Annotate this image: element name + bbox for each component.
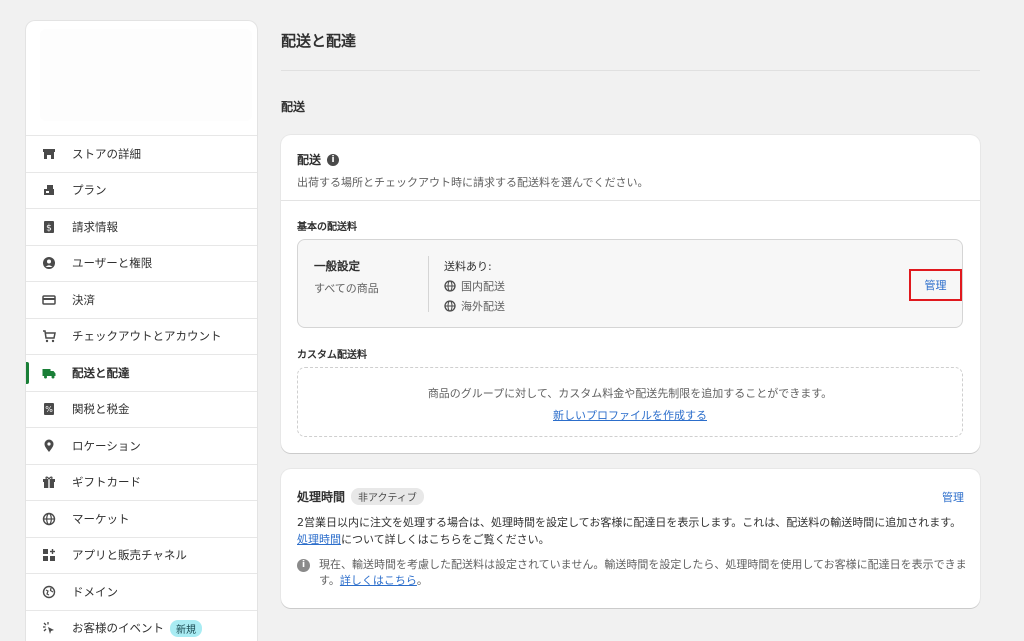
general-profile-box: 一般設定 すべての商品 送料あり: 国内配送 海外配送 管理 xyxy=(297,239,963,328)
sidebar-item-plan[interactable]: プラン xyxy=(26,171,257,209)
shipping-card-title-row: 配送 i xyxy=(297,151,648,168)
sidebar-item-taxes[interactable]: % 関税と税金 xyxy=(26,390,257,428)
user-icon xyxy=(42,256,56,270)
create-profile-link[interactable]: 新しいプロファイルを作成する xyxy=(553,407,707,423)
profile-info: 一般設定 すべての商品 xyxy=(314,258,379,296)
general-rates-label: 基本の配送料 xyxy=(297,222,357,233)
plan-icon xyxy=(42,183,56,197)
sidebar-item-label: ストアの詳細 xyxy=(72,146,141,161)
apps-icon xyxy=(42,548,56,562)
divider xyxy=(281,200,980,201)
sidebar-item-users[interactable]: ユーザーと権限 xyxy=(26,244,257,282)
processing-time-note: i 現在、輸送時間を考慮した配送料は設定されていません。輸送時間を設定したら、処… xyxy=(297,557,967,589)
page-title: 配送と配達 xyxy=(281,32,357,50)
processing-time-link[interactable]: 処理時間 xyxy=(297,533,341,546)
profile-rates: 送料あり: 国内配送 海外配送 xyxy=(444,258,505,314)
custom-rates-label: カスタム配送料 xyxy=(297,350,367,361)
zone-domestic: 国内配送 xyxy=(444,278,505,294)
sidebar-item-label: ロケーション xyxy=(72,438,141,453)
sidebar-item-label: チェックアウトとアカウント xyxy=(72,329,222,344)
zone-international: 海外配送 xyxy=(444,298,505,314)
zone-label: 国内配送 xyxy=(461,280,505,293)
svg-text:$: $ xyxy=(46,223,52,233)
processing-time-card: 処理時間 非アクティブ 管理 2営業日以内に注文を処理する場合は、処理時間を設定… xyxy=(281,469,980,608)
sidebar-item-apps[interactable]: アプリと販売チャネル xyxy=(26,536,257,574)
store-icon xyxy=(42,147,56,161)
sidebar-item-customer-events[interactable]: お客様のイベント 新規 xyxy=(26,609,257,641)
processing-time-description: 2営業日以内に注文を処理する場合は、処理時間を設定してお客様に配達日を表示します… xyxy=(297,514,967,548)
location-icon xyxy=(42,439,56,453)
sidebar-item-label: ユーザーと権限 xyxy=(72,256,153,271)
sidebar-item-label: 決済 xyxy=(72,292,95,307)
sidebar-item-shipping[interactable]: 配送と配達 xyxy=(26,354,257,391)
domain-icon xyxy=(42,585,56,599)
zone-label: 海外配送 xyxy=(461,300,505,313)
settings-sidebar: ストアの詳細 プラン $ 請求情報 ユーザーと権限 決済 チェックアウトとアカウ… xyxy=(25,20,258,641)
billing-icon: $ xyxy=(42,220,56,234)
svg-text:%: % xyxy=(45,405,53,414)
sidebar-item-gift-cards[interactable]: ギフトカード xyxy=(26,463,257,501)
payment-icon xyxy=(42,293,56,307)
sidebar-item-label: ギフトカード xyxy=(72,475,141,490)
sidebar-item-payments[interactable]: 決済 xyxy=(26,281,257,318)
title-divider xyxy=(281,70,980,71)
manage-general-profile-link[interactable]: 管理 xyxy=(909,269,962,301)
truck-icon xyxy=(42,366,56,380)
gift-icon xyxy=(42,475,56,489)
tax-icon: % xyxy=(42,402,56,416)
custom-rates-description: 商品のグループに対して、カスタム料金や配送先制限を追加することができます。 xyxy=(427,387,833,400)
profile-name: 一般設定 xyxy=(314,259,360,273)
sidebar-item-checkout[interactable]: チェックアウトとアカウント xyxy=(26,317,257,355)
custom-rates-box: 商品のグループに対して、カスタム料金や配送先制限を追加することができます。 新し… xyxy=(297,367,963,437)
processing-time-title: 処理時間 xyxy=(297,490,346,504)
sidebar-item-label: 配送と配達 xyxy=(72,365,130,380)
section-title: 配送 xyxy=(281,100,306,114)
sidebar-item-billing[interactable]: $ 請求情報 xyxy=(26,208,257,245)
globe-icon xyxy=(444,280,456,292)
store-logo-area xyxy=(40,29,252,121)
info-icon: i xyxy=(297,559,310,572)
body-text-end: について詳しくはこちらをご覧ください。 xyxy=(341,533,550,546)
settings-nav: ストアの詳細 プラン $ 請求情報 ユーザーと権限 決済 チェックアウトとアカウ… xyxy=(26,135,257,641)
sidebar-item-label: 請求情報 xyxy=(72,219,118,234)
shipping-card-title: 配送 xyxy=(297,153,322,167)
sidebar-item-label: アプリと販売チャネル xyxy=(72,548,187,563)
sidebar-item-label: お客様のイベント xyxy=(72,621,164,636)
sidebar-item-label: 関税と税金 xyxy=(72,402,130,417)
processing-time-header: 処理時間 非アクティブ xyxy=(297,488,424,505)
events-icon xyxy=(42,621,56,635)
shipping-card-header: 配送 i 出荷する場所とチェックアウト時に請求する配送料を選んでください。 xyxy=(297,151,648,190)
status-badge: 非アクティブ xyxy=(351,488,424,505)
rates-label: 送料あり: xyxy=(444,260,492,273)
cart-icon xyxy=(42,329,56,343)
shipping-card-description: 出荷する場所とチェックアウト時に請求する配送料を選んでください。 xyxy=(297,176,649,189)
new-badge: 新規 xyxy=(170,619,202,637)
body-text: 2営業日以内に注文を処理する場合は、処理時間を設定してお客様に配達日を表示します… xyxy=(297,516,962,529)
globe-icon xyxy=(42,512,56,526)
sidebar-item-label: マーケット xyxy=(72,511,130,526)
sidebar-item-label: プラン xyxy=(72,183,107,198)
sidebar-item-store-details[interactable]: ストアの詳細 xyxy=(26,135,257,172)
note-end: 。 xyxy=(416,574,428,587)
info-icon[interactable]: i xyxy=(327,153,340,166)
profile-scope: すべての商品 xyxy=(314,282,379,295)
sidebar-item-domains[interactable]: ドメイン xyxy=(26,573,257,610)
manage-processing-time-link[interactable]: 管理 xyxy=(942,489,964,505)
vertical-divider xyxy=(428,256,429,312)
learn-more-link[interactable]: 詳しくはこちら xyxy=(340,574,417,587)
sidebar-item-markets[interactable]: マーケット xyxy=(26,500,257,537)
sidebar-item-locations[interactable]: ロケーション xyxy=(26,427,257,464)
shipping-card: 配送 i 出荷する場所とチェックアウト時に請求する配送料を選んでください。 基本… xyxy=(281,135,980,453)
note-content: 現在、輸送時間を考慮した配送料は設定されていません。輸送時間を設定したら、処理時… xyxy=(319,557,967,589)
sidebar-item-label: ドメイン xyxy=(72,584,118,599)
globe-icon xyxy=(444,300,456,312)
